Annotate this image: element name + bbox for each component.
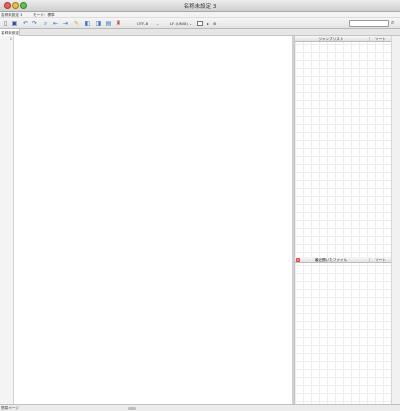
mode-label[interactable]: モード：標準 xyxy=(33,13,55,18)
redo-icon[interactable]: ↷ xyxy=(31,20,38,27)
find-previous-icon[interactable]: ⇤ xyxy=(52,20,59,27)
recent-files-sort-button[interactable]: ソート xyxy=(369,257,391,263)
recent-files-panel: ✕ 最近開いたファイル ソート xyxy=(294,257,391,404)
title-bar: 名称未設定 3 xyxy=(0,0,400,12)
tab-document[interactable]: 名称未設定 xyxy=(0,29,20,36)
toolbar: ▯ ▣ ↶ ↷ ⌕ ⇤ ⇥ ✎ ◧ ◨ ▤ ♜ UTF-8 ⌄ LF (UNIX… xyxy=(0,18,400,29)
status-text: 簡易ページ xyxy=(1,406,19,410)
tab-bar: 名称未設定 xyxy=(0,29,400,36)
line-number: 1 xyxy=(9,37,12,41)
vertical-scrollbar[interactable] xyxy=(391,36,400,404)
status-bar: 簡易ページ xyxy=(0,404,400,411)
save-icon[interactable]: ▣ xyxy=(11,20,18,27)
document-label: 名称未設定 3 xyxy=(1,12,23,17)
options-gear-icon[interactable]: ⚙ xyxy=(213,21,216,26)
search-input[interactable] xyxy=(349,20,389,27)
jump-list-header: ジャンプリスト ソート xyxy=(295,36,391,42)
jump-list-title[interactable]: ジャンプリスト xyxy=(295,37,367,42)
find-icon[interactable]: ⌕ xyxy=(42,20,49,27)
text-area[interactable] xyxy=(15,36,292,404)
line-number-gutter: 1 xyxy=(0,36,14,404)
horizontal-scroll-thumb[interactable] xyxy=(128,406,136,410)
window-title: 名称未設定 3 xyxy=(183,4,217,10)
encoding-chevron-icon[interactable]: ⌄ xyxy=(156,21,159,26)
undo-icon[interactable]: ↶ xyxy=(22,20,29,27)
script-icon[interactable]: ♜ xyxy=(115,20,122,27)
highlight-icon[interactable]: ✎ xyxy=(73,20,80,27)
jump-list-sort-button[interactable]: ソート xyxy=(369,36,391,42)
shift-left-icon[interactable]: ◧ xyxy=(84,20,91,27)
comment-icon[interactable]: ▤ xyxy=(105,20,112,27)
jump-list-panel: ジャンプリスト ソート xyxy=(294,36,391,257)
find-next-icon[interactable]: ⇥ xyxy=(62,20,69,27)
recent-files-title[interactable]: 最近開いたファイル xyxy=(295,258,367,263)
encoding-select[interactable]: UTF-8 xyxy=(137,21,148,26)
recent-files-header: ✕ 最近開いたファイル ソート xyxy=(295,257,391,263)
shift-right-icon[interactable]: ◨ xyxy=(95,20,102,27)
line-ending-select[interactable]: LF (UNIX) xyxy=(170,21,188,26)
search-icon[interactable]: ⌕ xyxy=(391,19,394,27)
invisible-chars-icon[interactable]: ▸ xyxy=(207,21,209,26)
wrap-toggle-icon[interactable] xyxy=(197,20,203,26)
editor: 1 xyxy=(0,36,292,404)
line-ending-chevron-icon[interactable]: ⌄ xyxy=(189,21,192,26)
new-document-icon[interactable]: ▯ xyxy=(2,20,9,27)
